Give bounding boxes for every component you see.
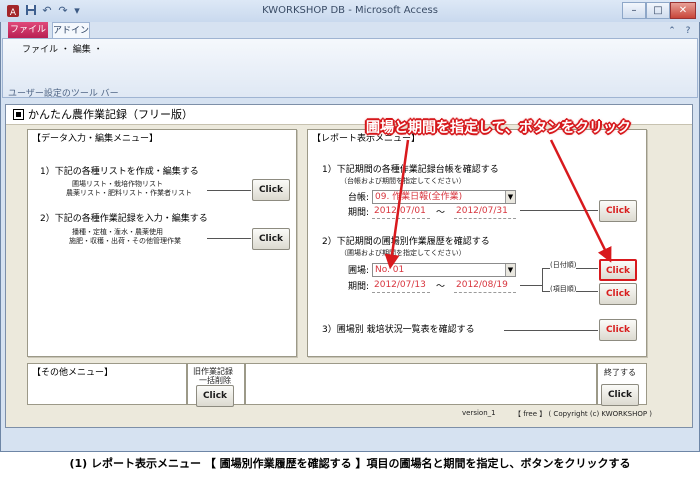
arrow-to-button (549, 139, 612, 263)
figure-caption: (1) レポート表示メニュー 【 圃場別作業履歴を確認する 】項目の圃場名と期間… (69, 457, 631, 470)
annotation-arrows (384, 139, 612, 270)
arrow-to-field (384, 139, 410, 270)
